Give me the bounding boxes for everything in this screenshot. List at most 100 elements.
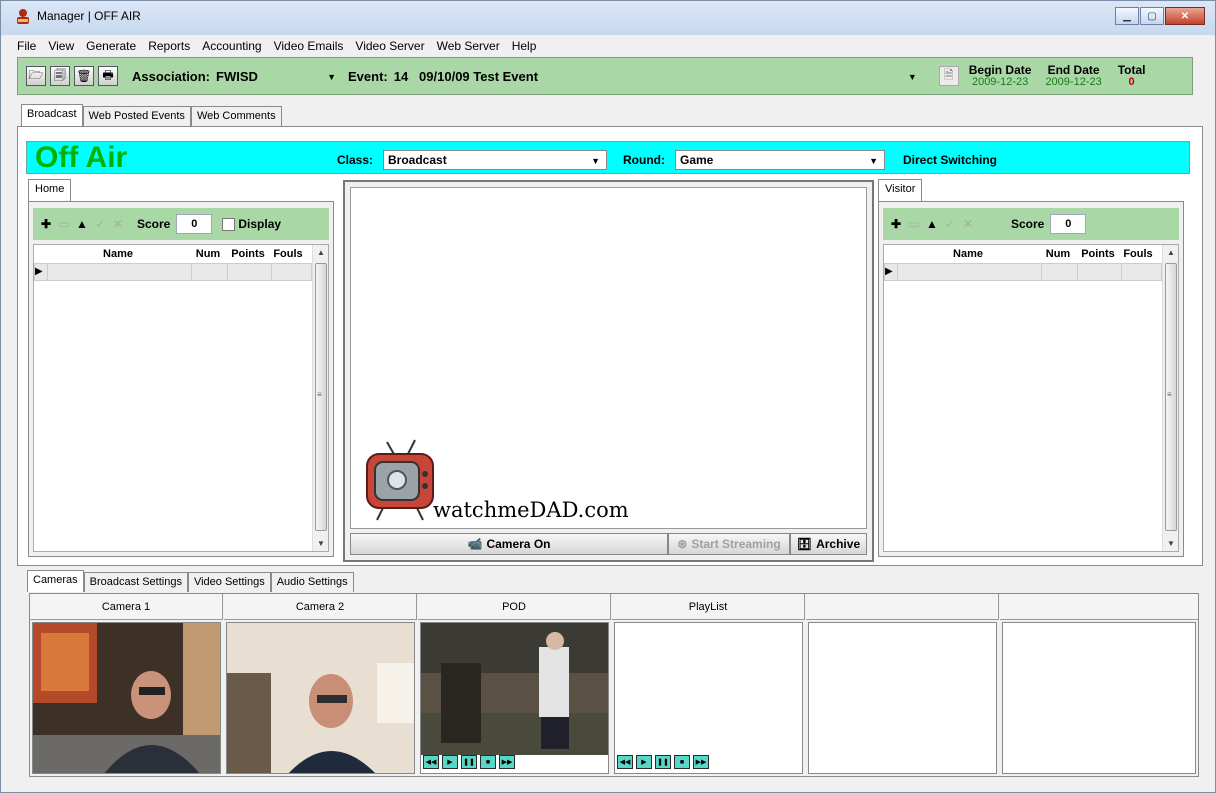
add-icon[interactable]: ✚: [887, 217, 905, 231]
camera-1-feed[interactable]: [32, 622, 221, 774]
tab-broadcast-settings[interactable]: Broadcast Settings: [83, 572, 188, 592]
remove-icon[interactable]: ▭: [55, 217, 73, 231]
tab-video-settings[interactable]: Video Settings: [187, 572, 271, 592]
rewind-icon[interactable]: ◀◀: [423, 755, 439, 769]
col-fouls[interactable]: Fouls: [1120, 245, 1156, 263]
notes-icon[interactable]: 🗎: [938, 66, 959, 86]
open-folder-icon[interactable]: 🗁: [26, 66, 46, 86]
video-controls: 📹 Camera On ⊛ Start Streaming 🗄 Archive: [350, 533, 867, 555]
class-select[interactable]: Broadcast ▼: [383, 150, 607, 170]
scroll-up-icon[interactable]: ▲: [1167, 248, 1175, 257]
minimize-button[interactable]: ▁: [1115, 7, 1139, 25]
menu-video-server[interactable]: Video Server: [349, 37, 430, 55]
menu-file[interactable]: File: [1, 37, 42, 55]
menu-video-emails[interactable]: Video Emails: [268, 37, 350, 55]
check-icon[interactable]: ✓: [941, 217, 959, 231]
play-icon[interactable]: ▶: [442, 755, 458, 769]
forward-icon[interactable]: ▶▶: [693, 755, 709, 769]
close-button[interactable]: ✕: [1165, 7, 1205, 25]
pause-icon[interactable]: ❚❚: [461, 755, 477, 769]
home-score-input[interactable]: 0: [176, 214, 213, 234]
move-up-icon[interactable]: ▲: [73, 217, 91, 231]
camera-on-button[interactable]: 📹 Camera On: [350, 533, 668, 555]
move-up-icon[interactable]: ▲: [923, 217, 941, 231]
tv-logo-icon: [366, 439, 434, 521]
association-combo[interactable]: FWISD ▼: [210, 65, 342, 87]
display-checkbox[interactable]: [222, 217, 236, 231]
camera-slot-5-feed[interactable]: [808, 622, 997, 774]
class-label: Class:: [337, 153, 374, 167]
add-icon[interactable]: ✚: [37, 217, 55, 231]
col-fouls[interactable]: Fouls: [270, 245, 306, 263]
print-icon[interactable]: 🖶: [98, 66, 118, 86]
end-date: End Date 2009-12-23: [1045, 64, 1101, 88]
tab-web-comments[interactable]: Web Comments: [190, 106, 282, 126]
home-grid-scrollbar[interactable]: ▲ ≡ ▼: [312, 245, 328, 551]
menu-generate[interactable]: Generate: [80, 37, 142, 55]
col-points[interactable]: Points: [226, 245, 270, 263]
pause-icon[interactable]: ❚❚: [655, 755, 671, 769]
tab-audio-settings[interactable]: Audio Settings: [270, 572, 354, 592]
bottom-tabs: Cameras Broadcast Settings Video Setting…: [27, 570, 354, 592]
camera-1-image: [33, 623, 220, 773]
event-combo[interactable]: 14 09/10/09 Test Event ▼: [388, 65, 923, 87]
tab-visitor[interactable]: Visitor: [878, 179, 923, 201]
camera-2-feed[interactable]: [226, 622, 415, 774]
forward-icon[interactable]: ▶▶: [499, 755, 515, 769]
round-select[interactable]: Game ▼: [675, 150, 885, 170]
broadcast-status-bar: Off Air Class: Broadcast ▼ Round: Game ▼…: [26, 141, 1190, 174]
col-num[interactable]: Num: [1040, 245, 1076, 263]
camera-slot-6-feed[interactable]: [1002, 622, 1196, 774]
scroll-down-icon[interactable]: ▼: [317, 539, 325, 548]
col-name[interactable]: Name: [896, 245, 1040, 263]
col-name[interactable]: Name: [46, 245, 190, 263]
round-label: Round:: [623, 153, 665, 167]
cancel-icon[interactable]: ✕: [959, 217, 977, 231]
visitor-grid-scrollbar[interactable]: ▲ ≡ ▼: [1162, 245, 1178, 551]
event-value: 14 09/10/09 Test Event: [393, 68, 539, 84]
pod-column: POD ◀◀ ▶ ❚❚ ■ ▶▶: [418, 594, 611, 776]
tab-home[interactable]: Home: [28, 179, 72, 201]
delete-icon[interactable]: 🗑: [74, 66, 94, 86]
title-bar: Manager | OFF AIR ▁ ▢ ✕: [1, 1, 1215, 35]
start-streaming-button[interactable]: ⊛ Start Streaming: [668, 533, 790, 555]
cancel-icon[interactable]: ✕: [109, 217, 127, 231]
pod-image: [421, 623, 608, 755]
check-icon[interactable]: ✓: [91, 217, 109, 231]
tab-web-posted-events[interactable]: Web Posted Events: [82, 106, 191, 126]
col-points[interactable]: Points: [1076, 245, 1120, 263]
scroll-up-icon[interactable]: ▲: [317, 248, 325, 257]
camera-2-label: Camera 2: [224, 594, 417, 620]
table-row[interactable]: ▶: [884, 263, 1162, 281]
remove-icon[interactable]: ▭: [905, 217, 923, 231]
playlist-feed[interactable]: ◀◀ ▶ ❚❚ ■ ▶▶: [614, 622, 803, 774]
visitor-score-input[interactable]: 0: [1050, 214, 1087, 234]
table-row[interactable]: ▶: [34, 263, 312, 281]
menu-web-server[interactable]: Web Server: [431, 37, 506, 55]
menu-view[interactable]: View: [42, 37, 80, 55]
stream-icon: ⊛: [677, 537, 688, 551]
menu-reports[interactable]: Reports: [142, 37, 196, 55]
grip-icon: ≡: [1167, 390, 1172, 399]
stop-icon[interactable]: ■: [674, 755, 690, 769]
pod-feed[interactable]: ◀◀ ▶ ❚❚ ■ ▶▶: [420, 622, 609, 774]
play-icon[interactable]: ▶: [636, 755, 652, 769]
visitor-roster-grid: Name Num Points Fouls ▶ ▲ ≡ ▼: [883, 244, 1179, 552]
pod-label: POD: [418, 594, 611, 620]
grip-icon: ≡: [317, 390, 322, 399]
menu-accounting[interactable]: Accounting: [196, 37, 267, 55]
menu-help[interactable]: Help: [506, 37, 543, 55]
camera-on-label: Camera On: [486, 537, 551, 551]
tab-broadcast[interactable]: Broadcast: [21, 104, 83, 126]
class-value: Broadcast: [388, 153, 447, 167]
stop-icon[interactable]: ■: [480, 755, 496, 769]
video-preview-screen: watchmeDAD.com: [350, 187, 867, 529]
visitor-team-panel: Visitor ✚ ▭ ▲ ✓ ✕ Score 0 Name Num Point…: [878, 179, 1184, 557]
rewind-icon[interactable]: ◀◀: [617, 755, 633, 769]
tab-cameras[interactable]: Cameras: [27, 570, 84, 592]
save-icon[interactable]: 🗐: [50, 66, 70, 86]
archive-button[interactable]: 🗄 Archive: [790, 533, 867, 555]
col-num[interactable]: Num: [190, 245, 226, 263]
maximize-button[interactable]: ▢: [1140, 7, 1164, 25]
scroll-down-icon[interactable]: ▼: [1167, 539, 1175, 548]
